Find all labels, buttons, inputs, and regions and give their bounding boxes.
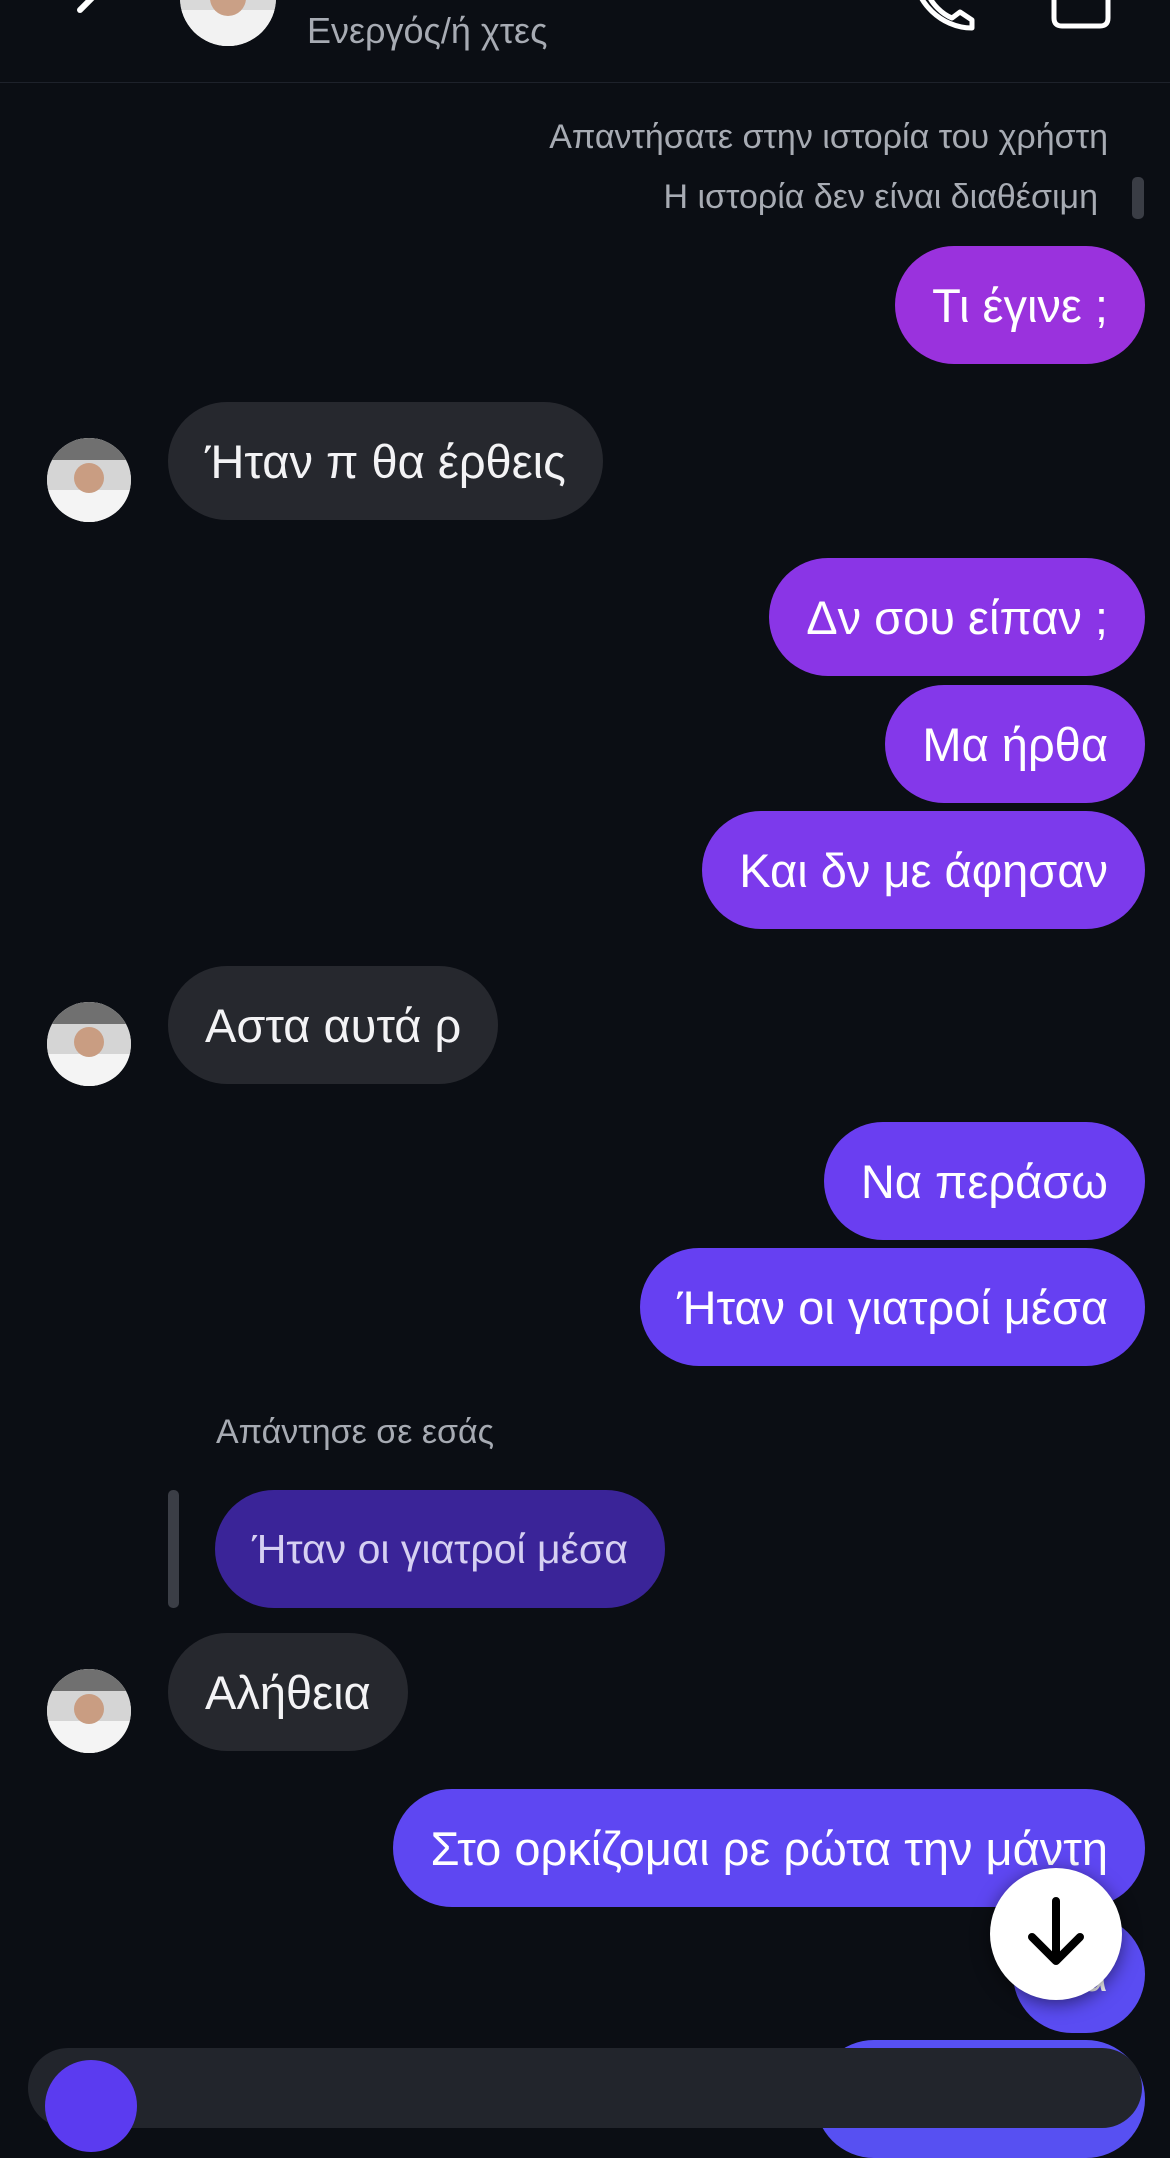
quoted-message[interactable]: Ήταν οι γιατροί μέσα xyxy=(215,1490,665,1608)
outgoing-message[interactable]: Να περάσω xyxy=(823,1122,1145,1240)
contact-avatar[interactable] xyxy=(180,0,276,46)
outgoing-message[interactable]: Μα ήρθα xyxy=(885,685,1145,803)
arrow-down-icon xyxy=(1026,1896,1086,1972)
incoming-message[interactable]: Ήταν π θα έρθεις xyxy=(168,402,603,520)
video-camera-icon[interactable] xyxy=(1050,0,1130,36)
sender-avatar[interactable] xyxy=(47,438,131,522)
incoming-message[interactable]: Αστα αυτά ρ xyxy=(168,966,499,1084)
chat-header: Ενεργός/ή χτες xyxy=(0,0,1170,83)
reply-quote-bar xyxy=(168,1490,179,1608)
story-unavailable-notice: Η ιστορία δεν είναι διαθέσιμη xyxy=(663,178,1098,216)
outgoing-message[interactable]: Και δν με άφησαν xyxy=(702,811,1145,929)
outgoing-message[interactable]: Τι έγινε ; xyxy=(895,246,1145,364)
phone-icon[interactable] xyxy=(910,0,980,36)
message-composer[interactable] xyxy=(28,2048,1142,2128)
incoming-message[interactable]: Αλήθεια xyxy=(168,1633,408,1751)
sender-avatar[interactable] xyxy=(47,1002,131,1086)
sender-avatar[interactable] xyxy=(47,1669,131,1753)
back-chevron-icon[interactable] xyxy=(70,0,112,22)
outgoing-message[interactable]: Δν σου είπαν ; xyxy=(769,558,1145,676)
reply-label: Απάντησε σε εσάς xyxy=(216,1413,495,1451)
outgoing-message[interactable]: Ήταν οι γιατροί μέσα xyxy=(640,1248,1145,1366)
camera-button[interactable] xyxy=(45,2060,137,2152)
story-reply-notice: Απαντήσατε στην ιστορία του χρήστη xyxy=(549,118,1108,156)
scroll-to-bottom-button[interactable] xyxy=(990,1868,1122,2000)
story-preview-bar xyxy=(1132,177,1144,219)
contact-status: Ενεργός/ή χτες xyxy=(307,10,548,51)
